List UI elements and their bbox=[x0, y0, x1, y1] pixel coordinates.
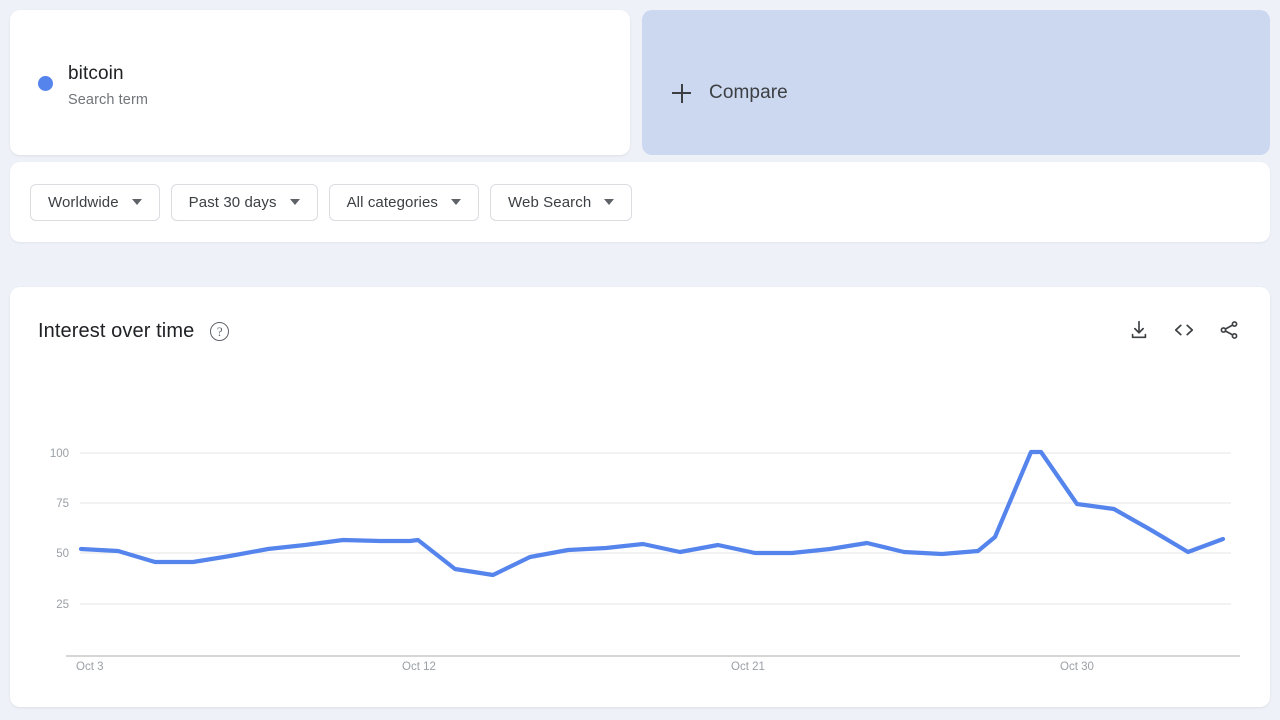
chevron-down-icon bbox=[131, 199, 142, 205]
filter-location-button[interactable]: Worldwide bbox=[30, 183, 160, 221]
filter-search-type-button[interactable]: Web Search bbox=[490, 183, 633, 221]
plus-icon bbox=[672, 83, 691, 103]
y-tick-75: 75 bbox=[56, 498, 69, 510]
x-tick-1: Oct 12 bbox=[402, 661, 436, 673]
y-tick-100: 100 bbox=[50, 448, 69, 460]
y-axis-labels: 100 75 50 25 bbox=[50, 448, 69, 611]
x-tick-0: Oct 3 bbox=[76, 661, 103, 673]
y-tick-50: 50 bbox=[56, 548, 69, 560]
term-name: bitcoin bbox=[68, 63, 124, 84]
term-type-label: Search term bbox=[68, 92, 149, 108]
x-tick-2: Oct 21 bbox=[731, 661, 765, 673]
series-line-bitcoin bbox=[78, 449, 1226, 578]
chevron-down-icon bbox=[604, 199, 615, 205]
filter-time-range-label: Past 30 days bbox=[188, 193, 277, 211]
filter-category-label: All categories bbox=[346, 193, 439, 211]
term-text-group: bitcoin Search term bbox=[68, 62, 148, 111]
compare-label: Compare bbox=[709, 82, 788, 103]
compare-inner: Compare bbox=[672, 82, 788, 104]
chevron-down-icon bbox=[289, 199, 300, 205]
filter-time-range-button[interactable]: Past 30 days bbox=[170, 183, 318, 221]
y-tick-25: 25 bbox=[56, 599, 69, 611]
x-tick-3: Oct 30 bbox=[1060, 661, 1094, 673]
filter-category-button[interactable]: All categories bbox=[328, 183, 480, 221]
chevron-down-icon bbox=[451, 199, 462, 205]
x-axis-labels: Oct 3 Oct 12 Oct 21 Oct 30 bbox=[76, 661, 1094, 673]
filter-location-label: Worldwide bbox=[48, 193, 119, 211]
filter-bar: Worldwide Past 30 days All categories We… bbox=[10, 162, 1270, 242]
trends-line-chart: 100 75 50 25 Oct 3 Oct 12 Oct 21 Oct 30 bbox=[50, 448, 1240, 673]
search-terms-row: bitcoin Search term Compare bbox=[0, 0, 1280, 155]
search-term-card[interactable]: bitcoin Search term bbox=[10, 10, 630, 155]
filter-search-type-label: Web Search bbox=[508, 193, 592, 211]
interest-over-time-card: Interest over time ? 100 75 50 25 Oct 3 … bbox=[10, 287, 1270, 707]
term-color-dot bbox=[38, 76, 53, 91]
compare-card[interactable]: Compare bbox=[642, 10, 1270, 155]
